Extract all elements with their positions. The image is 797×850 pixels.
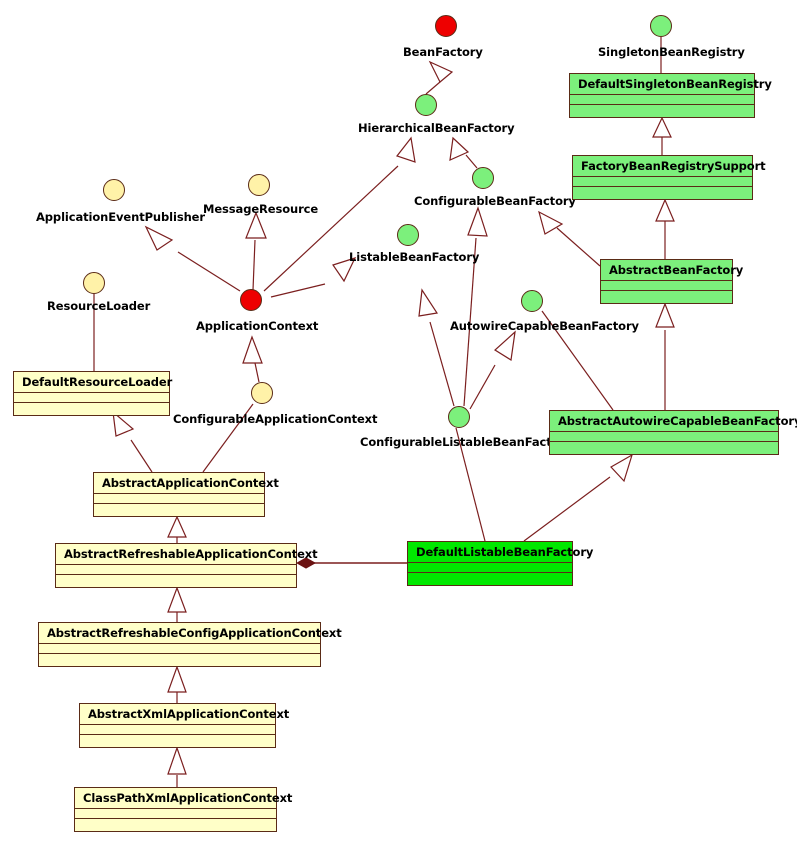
interface-label: ApplicationContext — [196, 319, 319, 333]
class-title: AbstractApplicationContext — [94, 473, 279, 494]
interface-label: ApplicationEventPublisher — [36, 210, 205, 224]
interface-label: MessageResource — [203, 202, 319, 216]
interface-label: ConfigurableBeanFactory — [414, 194, 576, 208]
interface-bubble-icon — [472, 167, 494, 189]
class-title: DefaultResourceLoader — [14, 372, 172, 393]
interface-bubble-icon — [83, 272, 105, 294]
class-box-classpathxmlapplicationcontext[interactable]: ClassPathXmlApplicationContext — [74, 787, 292, 832]
class-operations-compartment — [570, 105, 754, 114]
interface-label: ConfigurableApplicationContext — [173, 412, 378, 426]
class-attributes-compartment — [408, 563, 572, 573]
class-attributes-compartment — [75, 809, 276, 819]
class-box-abstractautowirecapablebeanfactory[interactable]: AbstractAutowireCapableBeanFactory — [549, 410, 797, 455]
edge-abstractxmlapplicationcontext-to-abstractrefreshableconfigapplicationcontext — [167, 665, 187, 703]
edge-configurablelistablebeanfactory-to-listablebeanfactory — [418, 288, 455, 407]
class-box-abstractbeanfactory[interactable]: AbstractBeanFactory — [600, 259, 743, 304]
class-attributes-compartment — [573, 177, 752, 187]
interface-label: BeanFactory — [403, 45, 483, 59]
interface-bubble-icon — [248, 174, 270, 196]
class-box-abstractxmlapplicationcontext[interactable]: AbstractXmlApplicationContext — [79, 703, 289, 748]
interface-bubble-icon — [521, 290, 543, 312]
class-title: DefaultListableBeanFactory — [408, 542, 593, 563]
edge-configurablebeanfactory-to-hierarchicalbeanfactory — [449, 136, 478, 169]
class-box-abstractrefreshableconfigapplicationcontext[interactable]: AbstractRefreshableConfigApplicationCont… — [38, 622, 342, 667]
class-title: DefaultSingletonBeanRegistry — [570, 74, 772, 95]
class-title: ClassPathXmlApplicationContext — [75, 788, 292, 809]
class-box-factorybeanregistrysupport[interactable]: FactoryBeanRegistrySupport — [572, 155, 766, 200]
interface-bubble-icon — [397, 224, 419, 246]
interface-bubble-icon — [415, 94, 437, 116]
class-title: AbstractXmlApplicationContext — [80, 704, 289, 725]
class-operations-compartment — [408, 573, 572, 582]
class-box-abstractapplicationcontext[interactable]: AbstractApplicationContext — [93, 472, 279, 517]
interface-label: AutowireCapableBeanFactory — [450, 319, 639, 333]
class-operations-compartment — [14, 403, 169, 412]
class-attributes-compartment — [94, 494, 264, 504]
class-box-defaultlistablebeanfactory[interactable]: DefaultListableBeanFactory — [407, 541, 593, 586]
class-attributes-compartment — [601, 281, 732, 291]
class-attributes-compartment — [39, 644, 320, 654]
interface-bubble-icon — [448, 406, 470, 428]
class-operations-compartment — [39, 654, 320, 663]
edge-configurablelistablebeanfactory-to-configurablebeanfactory — [463, 206, 488, 407]
interface-label: ListableBeanFactory — [349, 250, 480, 264]
edge-applicationcontext-to-listablebeanfactory — [270, 257, 357, 298]
edge-abstractapplicationcontext-to-defaultresourceloader — [112, 410, 153, 473]
class-title: AbstractRefreshableConfigApplicationCont… — [39, 623, 342, 644]
class-attributes-compartment — [56, 565, 296, 575]
interface-bubble-icon — [103, 179, 125, 201]
edge-factorybeanregistrysupport-to-defaultsingletonbeanregistry — [652, 116, 672, 155]
interface-bubble-icon — [251, 382, 273, 404]
class-operations-compartment — [573, 187, 752, 196]
edge-applicationcontext-to-applicationeventpublisher — [144, 225, 241, 292]
class-operations-compartment — [94, 504, 264, 513]
class-title: AbstractBeanFactory — [601, 260, 743, 281]
class-title: AbstractAutowireCapableBeanFactory — [550, 411, 797, 432]
edge-hierarchicalbeanfactory-to-beanfactory — [425, 60, 454, 95]
class-title: FactoryBeanRegistrySupport — [573, 156, 766, 177]
edge-classpathxmlapplicationcontext-to-abstractxmlapplicationcontext — [167, 746, 187, 787]
edge-abstractautowirecapablebeanfactory-to-abstractbeanfactory — [655, 302, 675, 410]
edge-configurablelistablebeanfactory-to-autowirecapablebeanfactory — [469, 330, 516, 410]
interface-bubble-icon — [240, 289, 262, 311]
edge-abstractbeanfactory-to-factorybeanregistrysupport — [655, 198, 675, 259]
class-attributes-compartment — [14, 393, 169, 403]
class-box-defaultsingletonbeanregistry[interactable]: DefaultSingletonBeanRegistry — [569, 73, 772, 118]
edge-abstractrefreshableconfigapplicationcontext-to-abstractrefreshableapplicationcontext — [167, 586, 187, 622]
edge-defaultlistablebeanfactory-to-abstractautowirecapablebeanfactory — [523, 453, 634, 542]
interface-bubble-icon — [650, 15, 672, 37]
interface-label: ConfigurableListableBeanFactory — [360, 435, 573, 449]
edge-configurableapplicationcontext-to-applicationcontext — [242, 335, 263, 383]
class-operations-compartment — [601, 291, 732, 300]
class-operations-compartment — [56, 575, 296, 584]
class-attributes-compartment — [570, 95, 754, 105]
interface-bubble-icon — [435, 15, 457, 37]
interface-label: ResourceLoader — [47, 299, 151, 313]
edge-abstractrefreshableapplicationcontext-to-abstractapplicationcontext — [167, 515, 187, 543]
interface-label: SingletonBeanRegistry — [598, 45, 745, 59]
class-operations-compartment — [75, 819, 276, 828]
class-title: AbstractRefreshableApplicationContext — [56, 544, 318, 565]
class-attributes-compartment — [550, 432, 778, 442]
uml-class-diagram: BeanFactory SingletonBeanRegistry Hierar… — [0, 0, 797, 850]
edge-applicationcontext-to-messageresource — [245, 211, 267, 291]
class-operations-compartment — [80, 735, 275, 744]
class-box-defaultresourceloader[interactable]: DefaultResourceLoader — [13, 371, 172, 416]
class-box-abstractrefreshableapplicationcontext[interactable]: AbstractRefreshableApplicationContext — [55, 543, 318, 588]
class-operations-compartment — [550, 442, 778, 451]
class-attributes-compartment — [80, 725, 275, 735]
interface-label: HierarchicalBeanFactory — [358, 121, 515, 135]
edge-abstractbeanfactory-to-configurablebeanfactory — [538, 210, 601, 267]
